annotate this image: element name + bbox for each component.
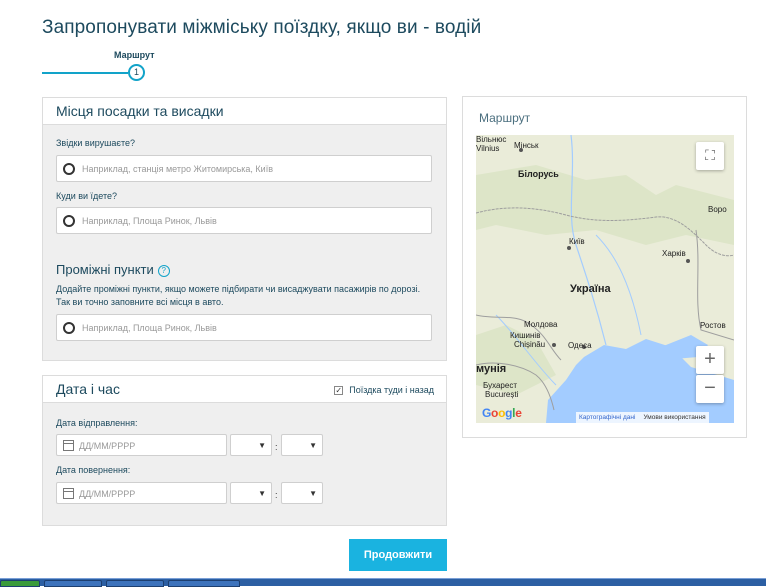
location-pin-icon — [63, 215, 75, 227]
zoom-out-button[interactable]: − — [696, 375, 724, 403]
map-label-kyiv: Київ — [569, 237, 585, 246]
stop-field[interactable] — [56, 314, 432, 341]
google-logo: Google — [482, 406, 522, 420]
from-field[interactable] — [56, 155, 432, 182]
map-label-moldova: Молдова — [524, 320, 558, 329]
departure-date-input[interactable] — [79, 438, 219, 453]
stops-title-text: Проміжні пункти — [56, 262, 154, 277]
map-title: Маршрут — [479, 111, 531, 125]
map-label-ukraine: Україна — [570, 283, 611, 295]
return-hour-select[interactable]: ▼ — [230, 482, 272, 504]
map-label-vilnius-latin: Vilnius — [476, 144, 500, 153]
map-data-link[interactable]: Картографічні дані — [579, 414, 635, 421]
route-panel: Місця посадки та висадки Звідки вирушаєт… — [42, 97, 447, 361]
return-date-field[interactable] — [56, 482, 227, 504]
chevron-down-icon: ▼ — [309, 489, 317, 498]
stops-title: Проміжні пункти? — [56, 262, 170, 277]
location-pin-icon — [63, 163, 75, 175]
chevron-down-icon: ▼ — [309, 441, 317, 450]
map-label-kharkiv: Харків — [662, 249, 686, 258]
roundtrip-toggle[interactable]: ✓ Поїздка туди і назад — [334, 384, 434, 396]
map-label-bucharest: Бухарест — [483, 381, 517, 390]
map-label-romania: мунія — [476, 363, 507, 375]
fullscreen-icon[interactable]: ⛶ — [696, 142, 724, 170]
from-label: Звідки вирушаєте? — [56, 138, 135, 148]
map-label-belarus: Білорусь — [518, 169, 559, 179]
map-label-chisinau: Кишинів — [510, 331, 541, 340]
stop-input[interactable] — [82, 320, 422, 336]
continue-button[interactable]: Продовжити — [349, 539, 447, 571]
to-input[interactable] — [82, 213, 422, 229]
departure-label: Дата відправлення: — [56, 418, 138, 428]
terms-link[interactable]: Умови використання — [643, 414, 705, 421]
route-map-card: Маршрут Вільнюс Vilnius Мінськ Білорусь … — [462, 96, 747, 438]
help-icon[interactable]: ? — [157, 264, 170, 277]
location-pin-icon — [63, 322, 75, 334]
roundtrip-label: Поїздка туди і назад — [349, 385, 434, 395]
os-taskbar — [0, 578, 766, 587]
departure-minute-select[interactable]: ▼ — [281, 434, 323, 456]
departure-hour-select[interactable]: ▼ — [230, 434, 272, 456]
step-label-route: Маршрут — [114, 50, 155, 60]
departure-date-field[interactable] — [56, 434, 227, 456]
from-input[interactable] — [82, 161, 422, 177]
map-label-rostov: Ростов — [700, 321, 726, 330]
roundtrip-checkbox[interactable]: ✓ — [334, 386, 344, 396]
map-label-chisinau-latin: Chișinău — [514, 340, 546, 349]
page-title: Запропонувати міжміську поїздку, якщо ви… — [42, 17, 482, 38]
progress-stepper: Маршрут 1 — [42, 48, 192, 88]
to-field[interactable] — [56, 207, 432, 234]
zoom-in-button[interactable]: + — [696, 346, 724, 374]
chevron-down-icon: ▼ — [258, 489, 266, 498]
return-date-input[interactable] — [79, 486, 219, 501]
calendar-icon — [63, 488, 74, 499]
return-label: Дата повернення: — [56, 465, 131, 475]
return-minute-select[interactable]: ▼ — [281, 482, 323, 504]
map-label-voronezh: Воро — [708, 205, 727, 214]
time-separator: : — [275, 442, 278, 452]
date-panel-header: Дата і час ✓ Поїздка туди і назад — [43, 376, 446, 403]
chevron-down-icon: ▼ — [258, 441, 266, 450]
map-footer: Картографічні дані Умови використання — [576, 412, 709, 423]
calendar-icon — [63, 440, 74, 451]
stops-hint: Додайте проміжні пункти, якщо можете під… — [56, 284, 421, 307]
to-label: Куди ви їдете? — [56, 191, 118, 201]
step-progress-line — [42, 72, 128, 74]
time-separator: : — [275, 490, 278, 500]
map-label-odesa: Одеса — [568, 341, 592, 350]
step-indicator-1[interactable]: 1 — [128, 64, 145, 81]
map-label-vilnius: Вільнюс — [476, 135, 507, 144]
map-label-bucharest-latin: București — [485, 390, 519, 399]
map-label-minsk: Мінськ — [514, 141, 539, 150]
date-panel-title: Дата і час — [56, 381, 120, 397]
route-panel-title: Місця посадки та висадки — [43, 98, 446, 125]
date-time-panel: Дата і час ✓ Поїздка туди і назад Дата ві… — [42, 375, 447, 526]
route-map[interactable]: Вільнюс Vilnius Мінськ Білорусь Воро Киї… — [476, 135, 734, 423]
